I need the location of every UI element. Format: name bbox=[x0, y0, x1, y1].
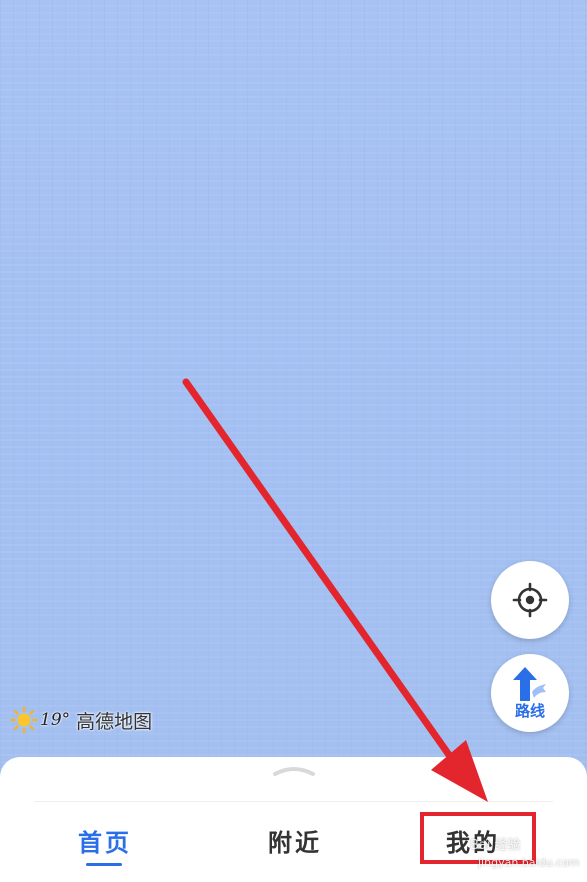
tab-home[interactable]: 首页 bbox=[78, 823, 132, 858]
tab-home-indicator bbox=[86, 863, 122, 866]
weather-widget[interactable]: 19° 高德地图 bbox=[10, 706, 152, 734]
crosshair-icon bbox=[512, 582, 548, 618]
sheet-handle-icon[interactable] bbox=[273, 763, 315, 777]
watermark-text: Bai 经验 bbox=[470, 838, 521, 853]
route-arrow-icon bbox=[513, 666, 546, 701]
watermark-url: jingyan.baidu.com bbox=[478, 856, 580, 869]
brand-logo-text: 高德地图 bbox=[76, 710, 153, 733]
route-button[interactable]: 路线 bbox=[491, 654, 569, 732]
map-view[interactable] bbox=[0, 0, 587, 882]
sun-icon bbox=[10, 706, 38, 734]
route-label: 路线 bbox=[514, 701, 545, 720]
locate-button[interactable] bbox=[491, 561, 569, 639]
sheet-divider bbox=[34, 801, 553, 802]
temperature-label: 19° bbox=[40, 710, 71, 730]
tab-nearby[interactable]: 附近 bbox=[268, 823, 322, 858]
